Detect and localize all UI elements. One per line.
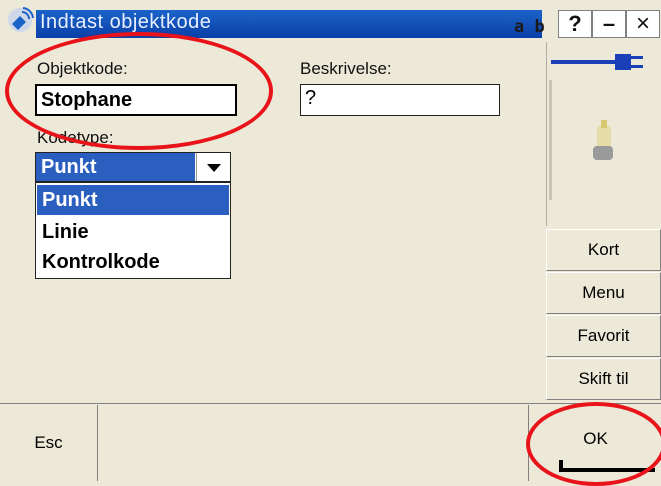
close-button[interactable]: × — [626, 10, 660, 38]
kodetype-selected-value[interactable]: Punkt — [36, 153, 195, 181]
objektkode-value: Stophane — [41, 89, 133, 111]
kodetype-option-punkt[interactable]: Punkt — [37, 185, 229, 215]
menu-button[interactable]: Menu — [546, 272, 661, 314]
bottom-bar: Esc OK — [0, 403, 661, 481]
objektkode-input[interactable]: Stophane — [35, 84, 237, 116]
beskrivelse-value: ? — [305, 87, 317, 109]
satellite-icon — [8, 7, 34, 32]
favorit-button[interactable]: Favorit — [546, 315, 661, 357]
kodetype-select[interactable]: Punkt — [35, 152, 231, 182]
screen: Indtast objektkode a b ? – × Objektkode:… — [0, 0, 661, 486]
ok-button[interactable]: OK — [528, 405, 661, 481]
beskrivelse-label: Beskrivelse: — [300, 59, 392, 78]
ok-label: OK — [583, 429, 608, 448]
help-button[interactable]: ? — [558, 10, 592, 38]
kodetype-option-linie[interactable]: Linie — [37, 217, 229, 247]
kodetype-option-kontrolkode[interactable]: Kontrolkode — [37, 247, 229, 277]
chevron-down-icon[interactable] — [196, 153, 230, 181]
skift-til-button[interactable]: Skift til — [546, 358, 661, 400]
title-strip: Indtast objektkode — [36, 10, 542, 38]
status-panel — [546, 42, 661, 226]
kodetype-label: Kodetype: — [37, 128, 114, 147]
kort-button[interactable]: Kort — [546, 229, 661, 271]
kodetype-dropdown-list: Punkt Linie Kontrolkode — [35, 182, 231, 279]
esc-button[interactable]: Esc — [0, 405, 98, 481]
title-bar: Indtast objektkode a b ? – × — [0, 0, 661, 40]
objektkode-label: Objektkode: — [37, 59, 128, 78]
enter-key-icon — [559, 468, 655, 472]
input-mode-indicator[interactable]: a b — [514, 18, 545, 36]
window-title: Indtast objektkode — [40, 11, 212, 33]
power-plug-icon — [551, 54, 643, 70]
beskrivelse-input[interactable]: ? — [300, 84, 500, 116]
minimize-button[interactable]: – — [592, 10, 626, 38]
instrument-icon — [593, 120, 613, 160]
